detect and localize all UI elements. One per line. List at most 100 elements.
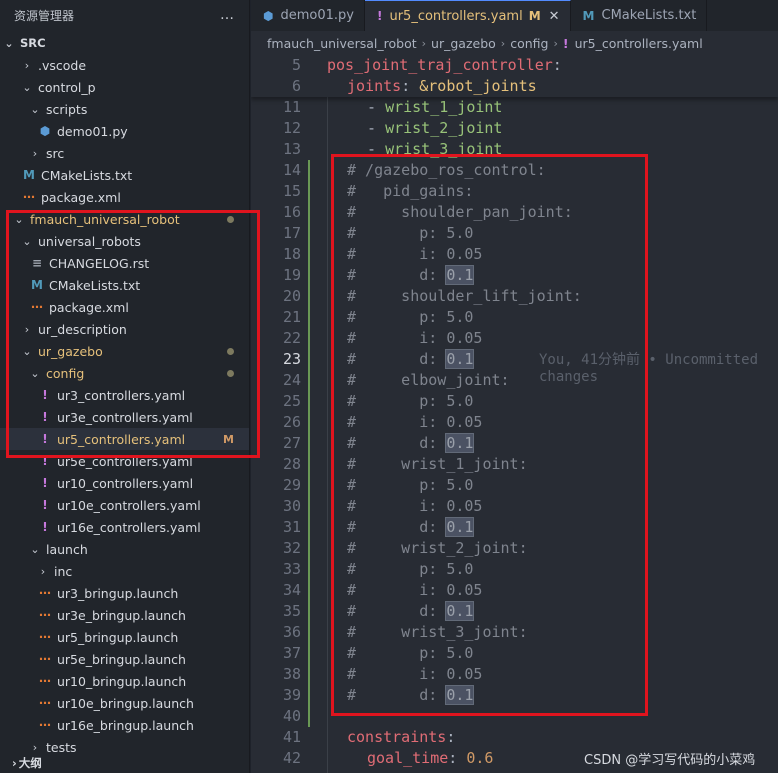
folder-inc[interactable]: › inc — [0, 560, 249, 582]
tree-item-label: .vscode — [38, 57, 87, 73]
code-line: 17 # p: 5.0 — [251, 223, 778, 244]
file-ur10e-bringup-launch[interactable]: ⋯ ur10e_bringup.launch — [0, 692, 249, 714]
file-demo01-py[interactable]: ⬢ demo01.py — [0, 120, 249, 142]
folder-scripts[interactable]: ⌄ scripts — [0, 98, 249, 120]
code-text: # wrist_3_joint: — [347, 622, 528, 643]
chevron-down-icon: ⌄ — [22, 234, 32, 248]
folder-universal-robots[interactable]: ⌄ universal_robots — [0, 230, 249, 252]
code-line: 40 — [251, 706, 778, 727]
yaml-icon: ! — [376, 9, 383, 23]
code-text: # i: 0.05 — [347, 244, 482, 265]
comment-text: # d: — [347, 518, 447, 536]
file-ur16e-bringup-launch[interactable]: ⋯ ur16e_bringup.launch — [0, 714, 249, 736]
tab-demo01-py[interactable]: ⬢ demo01.py — [251, 0, 365, 31]
breadcrumb-item[interactable]: fmauch_universal_robot — [267, 36, 417, 51]
folder-fmauch-universal-robot[interactable]: ⌄ fmauch_universal_robot — [0, 208, 249, 230]
launch-file-icon: ⋯ — [39, 674, 51, 688]
file-ur3-controllers-yaml[interactable]: ! ur3_controllers.yaml — [0, 384, 249, 406]
file-tree: ⌄ SRC › .vscode ⌄ control_p ⌄ scripts ⬢ demo01.py… — [0, 32, 249, 758]
close-icon[interactable]: ✕ — [549, 9, 560, 24]
comment-text: # wrist_2_joint: — [347, 539, 528, 557]
line-number: 31 — [282, 518, 301, 536]
tree-item-label: inc — [54, 563, 73, 579]
line-number: 23 — [282, 350, 301, 368]
yaml-colon: : — [448, 749, 467, 767]
code-line: 14 # /gazebo_ros_control: — [251, 160, 778, 181]
tree-item-label: demo01.py — [57, 123, 128, 139]
selection-highlight: 0.1 — [445, 265, 475, 285]
tab-cmakelists-txt[interactable]: M CMakeLists.txt — [571, 0, 708, 31]
file-ur5e-controllers-yaml[interactable]: ! ur5e_controllers.yaml — [0, 450, 249, 472]
file-changelog-rst[interactable]: ≡ CHANGELOG.rst — [0, 252, 249, 274]
breadcrumb-item[interactable]: ur_gazebo — [431, 36, 496, 51]
tree-item-label: ur10_bringup.launch — [57, 673, 187, 689]
folder-config[interactable]: ⌄ config — [0, 362, 249, 384]
folder-vscode[interactable]: › .vscode — [0, 54, 249, 76]
yaml-icon: ! — [562, 35, 569, 51]
file-package-xml[interactable]: ⋯ package.xml — [0, 186, 249, 208]
file-cmakelists-txt[interactable]: M CMakeLists.txt — [0, 164, 249, 186]
chevron-down-icon: ⌄ — [22, 344, 32, 358]
breadcrumb-item[interactable]: config — [510, 36, 548, 51]
file-ur10-bringup-launch[interactable]: ⋯ ur10_bringup.launch — [0, 670, 249, 692]
comment-text: # elbow_joint: — [347, 371, 510, 389]
tree-item-label: ur_gazebo — [38, 343, 103, 359]
tab-label: demo01.py — [280, 8, 354, 23]
comment-text: # i: 0.05 — [347, 581, 483, 599]
outline-section[interactable]: › 大纲 — [0, 752, 249, 773]
code-line: 36 # wrist_3_joint: — [251, 622, 778, 643]
comment-text: # d: — [347, 434, 447, 452]
tab-ur5-controllers-yaml[interactable]: ! ur5_controllers.yaml M ✕ — [364, 0, 571, 31]
folder-launch[interactable]: ⌄ launch — [0, 538, 249, 560]
code-text: - wrist_2_joint — [367, 118, 502, 139]
code-text: # p: 5.0 — [347, 559, 473, 580]
file-package-xml[interactable]: ⋯ package.xml — [0, 296, 249, 318]
folder-src[interactable]: › src — [0, 142, 249, 164]
tree-item-label: scripts — [46, 101, 88, 117]
file-ur3-bringup-launch[interactable]: ⋯ ur3_bringup.launch — [0, 582, 249, 604]
chevron-down-icon: ⌄ — [22, 80, 32, 94]
chevron-right-icon: › — [421, 36, 427, 50]
code-line: 38 # i: 0.05 — [251, 664, 778, 685]
chevron-right-icon: › — [40, 564, 46, 578]
file-ur16e-controllers-yaml[interactable]: ! ur16e_controllers.yaml — [0, 516, 249, 538]
selection-highlight: 0.1 — [445, 517, 475, 537]
folder-ur-description[interactable]: › ur_description — [0, 318, 249, 340]
chevron-right-icon: › — [500, 36, 506, 50]
file-ur10e-controllers-yaml[interactable]: ! ur10e_controllers.yaml — [0, 494, 249, 516]
file-ur3e-controllers-yaml[interactable]: ! ur3e_controllers.yaml — [0, 406, 249, 428]
code-line: 16 # shoulder_pan_joint: — [251, 202, 778, 223]
file-ur5e-bringup-launch[interactable]: ⋯ ur5e_bringup.launch — [0, 648, 249, 670]
file-cmakelists-txt[interactable]: M CMakeLists.txt — [0, 274, 249, 296]
code-line: 28 # wrist_1_joint: — [251, 454, 778, 475]
tree-item-label: ur10e_bringup.launch — [57, 695, 194, 711]
code-line: 34 # i: 0.05 — [251, 580, 778, 601]
code-text: # wrist_2_joint: — [347, 538, 528, 559]
breadcrumb-item[interactable]: ur5_controllers.yaml — [575, 36, 703, 51]
tree-item-label: ur5e_bringup.launch — [57, 651, 186, 667]
file-ur10-controllers-yaml[interactable]: ! ur10_controllers.yaml — [0, 472, 249, 494]
line-number: 16 — [282, 203, 301, 221]
line-number: 35 — [282, 602, 301, 620]
folder-control-p[interactable]: ⌄ control_p — [0, 76, 249, 98]
more-actions-icon[interactable]: … — [220, 7, 235, 23]
folder-ur-gazebo[interactable]: ⌄ ur_gazebo — [0, 340, 249, 362]
code-text: # shoulder_lift_joint: — [347, 286, 582, 307]
watermark: CSDN @学习写代码的小菜鸡 — [584, 753, 756, 768]
line-number: 25 — [282, 392, 301, 410]
code-editor[interactable]: 11 - wrist_1_joint 12 - wrist_2_joint 13 - wr… — [251, 55, 778, 773]
file-ur5-bringup-launch[interactable]: ⋯ ur5_bringup.launch — [0, 626, 249, 648]
text-file-icon: ≡ — [31, 256, 43, 270]
line-number: 27 — [282, 434, 301, 452]
section-label: SRC — [20, 36, 46, 50]
yaml-colon: : — [401, 77, 420, 95]
code-text: # d: 0.1 — [347, 433, 475, 454]
file-ur5-controllers-yaml[interactable]: ! ur5_controllers.yaml M — [0, 428, 249, 450]
modified-dot-icon — [227, 215, 234, 223]
file-ur3e-bringup-launch[interactable]: ⋯ ur3e_bringup.launch — [0, 604, 249, 626]
comment-text: # p: 5.0 — [347, 224, 474, 242]
explorer-section-src[interactable]: ⌄ SRC — [0, 32, 249, 54]
code-text: pos_joint_traj_controller: — [327, 55, 562, 76]
chevron-right-icon: › — [553, 36, 558, 50]
yaml-number: 0.6 — [466, 749, 494, 767]
